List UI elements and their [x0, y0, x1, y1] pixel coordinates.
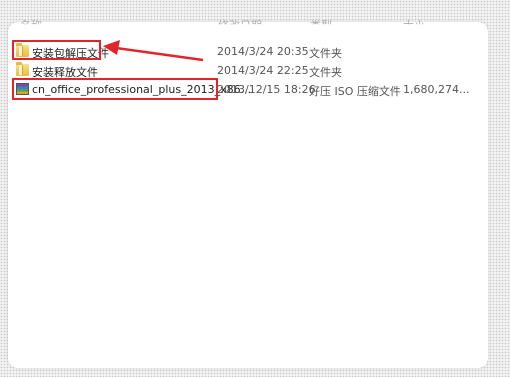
annotation-arrow: [103, 40, 204, 62]
